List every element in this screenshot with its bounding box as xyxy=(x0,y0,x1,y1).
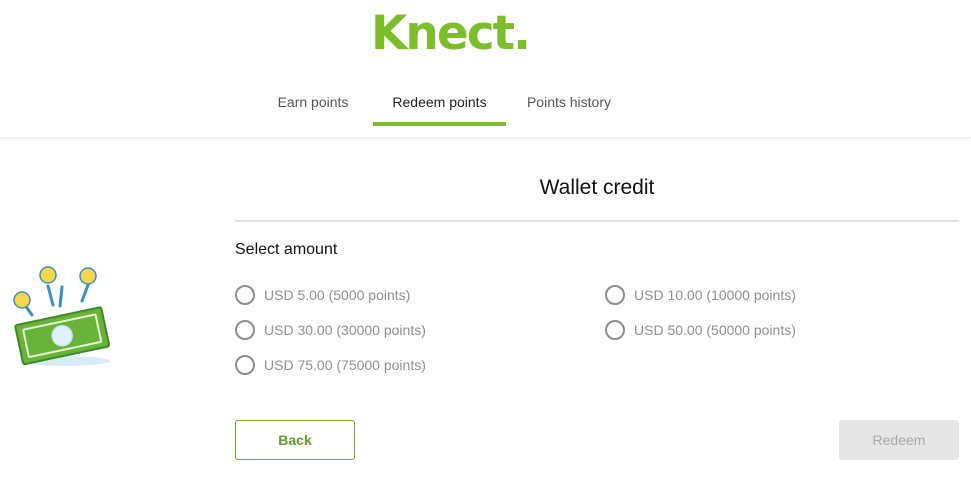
radio-button[interactable] xyxy=(605,320,625,340)
tab-points-history[interactable]: Points history xyxy=(513,84,625,126)
amount-option-label: USD 5.00 (5000 points) xyxy=(264,287,411,303)
radio-button[interactable] xyxy=(235,285,255,305)
page-header: Knect. Earn points Redeem points Points … xyxy=(0,0,971,138)
page-title: Wallet credit xyxy=(539,176,655,199)
tab-redeem-points[interactable]: Redeem points xyxy=(373,84,506,126)
amount-option-usd-50[interactable]: USD 50.00 (50000 points) xyxy=(605,319,796,341)
cash-bill-with-coins-icon xyxy=(4,260,116,372)
amount-option-usd-10[interactable]: USD 10.00 (10000 points) xyxy=(605,284,796,306)
amount-option-usd-75[interactable]: USD 75.00 (75000 points) xyxy=(235,354,426,376)
amount-option-label: USD 30.00 (30000 points) xyxy=(264,322,426,338)
radio-button[interactable] xyxy=(235,355,255,375)
select-amount-label: Select amount xyxy=(235,241,338,258)
back-button[interactable]: Back xyxy=(235,420,355,460)
amount-option-usd-30[interactable]: USD 30.00 (30000 points) xyxy=(235,319,426,341)
radio-button[interactable] xyxy=(605,285,625,305)
amount-option-label: USD 75.00 (75000 points) xyxy=(264,357,426,373)
redeem-button[interactable]: Redeem xyxy=(839,420,959,460)
points-tabs: Earn points Redeem points Points history xyxy=(0,84,971,126)
knect-logo: Knect. xyxy=(371,6,531,61)
tab-earn-points[interactable]: Earn points xyxy=(266,84,360,126)
title-divider xyxy=(235,220,959,222)
radio-button[interactable] xyxy=(235,320,255,340)
amount-option-usd-5[interactable]: USD 5.00 (5000 points) xyxy=(235,284,410,306)
amount-option-label: USD 10.00 (10000 points) xyxy=(634,287,796,303)
amount-option-label: USD 50.00 (50000 points) xyxy=(634,322,796,338)
